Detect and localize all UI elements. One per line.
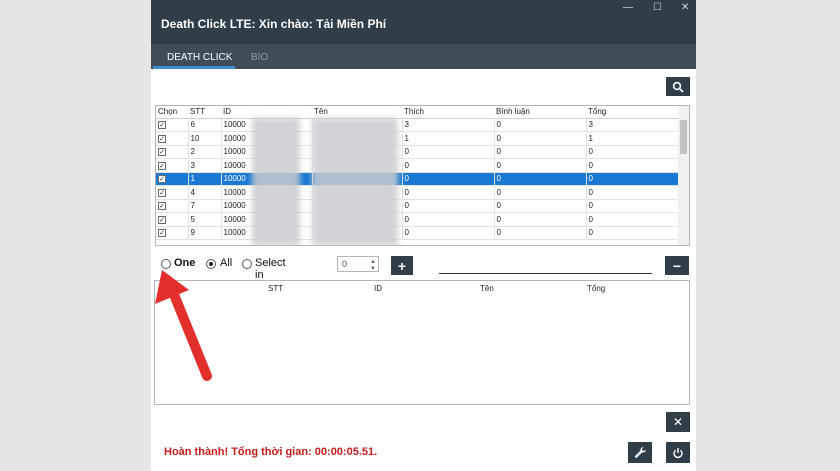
app-window: — ☐ ✕ Death Click LTE: Xin chào: Tải Miề… — [151, 0, 696, 471]
annotation-arrow — [155, 270, 212, 381]
